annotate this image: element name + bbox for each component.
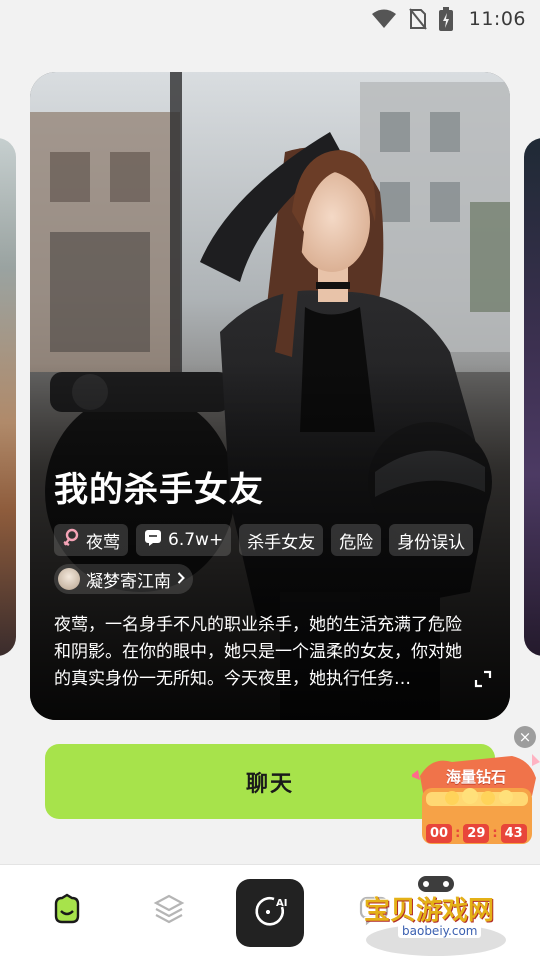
- tag-keyword: 身份误认: [389, 524, 474, 556]
- tag-keyword: 危险: [331, 524, 382, 556]
- nav-discover[interactable]: [147, 889, 191, 933]
- previous-card-preview[interactable]: [0, 138, 16, 656]
- diamond-promo[interactable]: × 海量钻石 00 : 29 : 43: [410, 726, 540, 854]
- author-link[interactable]: 凝梦寄江南: [54, 564, 193, 594]
- layers-icon: [152, 892, 186, 930]
- promo-countdown: 00 : 29 : 43: [426, 824, 527, 843]
- tag-label: 6.7w+: [168, 530, 224, 550]
- watermark-url: baobeiy.com: [398, 924, 482, 938]
- next-card-preview[interactable]: [524, 138, 540, 656]
- nav-home[interactable]: [45, 889, 89, 933]
- author-avatar: [58, 568, 80, 590]
- timer-separator: :: [492, 826, 498, 841]
- chat-count-icon: [144, 529, 162, 552]
- nav-create-ai[interactable]: AI: [236, 879, 304, 947]
- character-card[interactable]: 我的杀手女友 夜莺 6.7w+ 杀手女友 危险 身份误认 凝梦寄江南 夜莺，一名…: [30, 72, 510, 720]
- status-bar: 11:06: [0, 0, 540, 38]
- no-sim-icon: [408, 8, 427, 30]
- tag-label: 杀手女友: [247, 532, 316, 553]
- tag-row: 夜莺 6.7w+ 杀手女友 危险 身份误认: [54, 524, 474, 556]
- status-time: 11:06: [468, 8, 526, 30]
- promo-label: 海量钻石: [445, 768, 506, 786]
- timer-minutes: 29: [463, 824, 490, 843]
- timer-hours: 00: [426, 824, 453, 843]
- timer-separator: :: [455, 826, 461, 841]
- tag-chat-count: 6.7w+: [136, 524, 232, 556]
- tag-label: 危险: [339, 532, 374, 553]
- svg-text:AI: AI: [276, 898, 287, 909]
- ai-create-icon: AI: [252, 893, 288, 933]
- promo-close-button[interactable]: ×: [514, 726, 536, 748]
- author-name: 凝梦寄江南: [86, 571, 171, 592]
- character-description: 夜莺，一名身手不凡的职业杀手，她的生活充满了危险和阴影。在你的眼中，她只是一个温…: [54, 615, 462, 689]
- site-watermark: 宝贝游戏网 baobeiy.com: [356, 876, 516, 960]
- home-face-icon: [50, 892, 84, 930]
- timer-seconds: 43: [500, 824, 527, 843]
- chevron-right-icon: [177, 569, 185, 589]
- watermark-text: 宝贝游戏网: [364, 896, 495, 926]
- wifi-icon: [371, 9, 397, 29]
- tag-label: 身份误认: [397, 532, 466, 553]
- expand-icon[interactable]: [474, 670, 492, 692]
- character-title: 我的杀手女友: [54, 470, 264, 510]
- tag-keyword: 杀手女友: [239, 524, 324, 556]
- tag-label: 夜莺: [86, 532, 120, 553]
- female-icon: [62, 528, 80, 553]
- tag-character-name: 夜莺: [54, 524, 128, 556]
- battery-charging-icon: [438, 7, 453, 31]
